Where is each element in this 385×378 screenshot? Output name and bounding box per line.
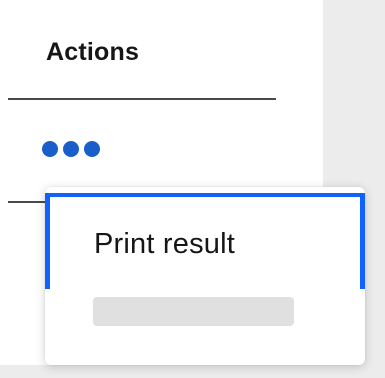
overflow-dot bbox=[84, 141, 100, 157]
row-divider bbox=[8, 201, 48, 203]
overflow-menu-button[interactable] bbox=[42, 134, 112, 164]
header-divider bbox=[8, 98, 276, 100]
overflow-dropdown-menu: Print result bbox=[45, 187, 365, 365]
overflow-dot bbox=[63, 141, 79, 157]
menu-item-label: Print result bbox=[94, 228, 235, 260]
overflow-menu-horizontal-icon bbox=[42, 141, 58, 157]
menu-item-print-result[interactable]: Print result bbox=[45, 193, 365, 289]
loading-skeleton-item bbox=[93, 297, 294, 326]
stage: Actions Print result bbox=[0, 0, 385, 378]
column-header-actions: Actions bbox=[46, 38, 140, 66]
bottom-band bbox=[0, 365, 385, 378]
